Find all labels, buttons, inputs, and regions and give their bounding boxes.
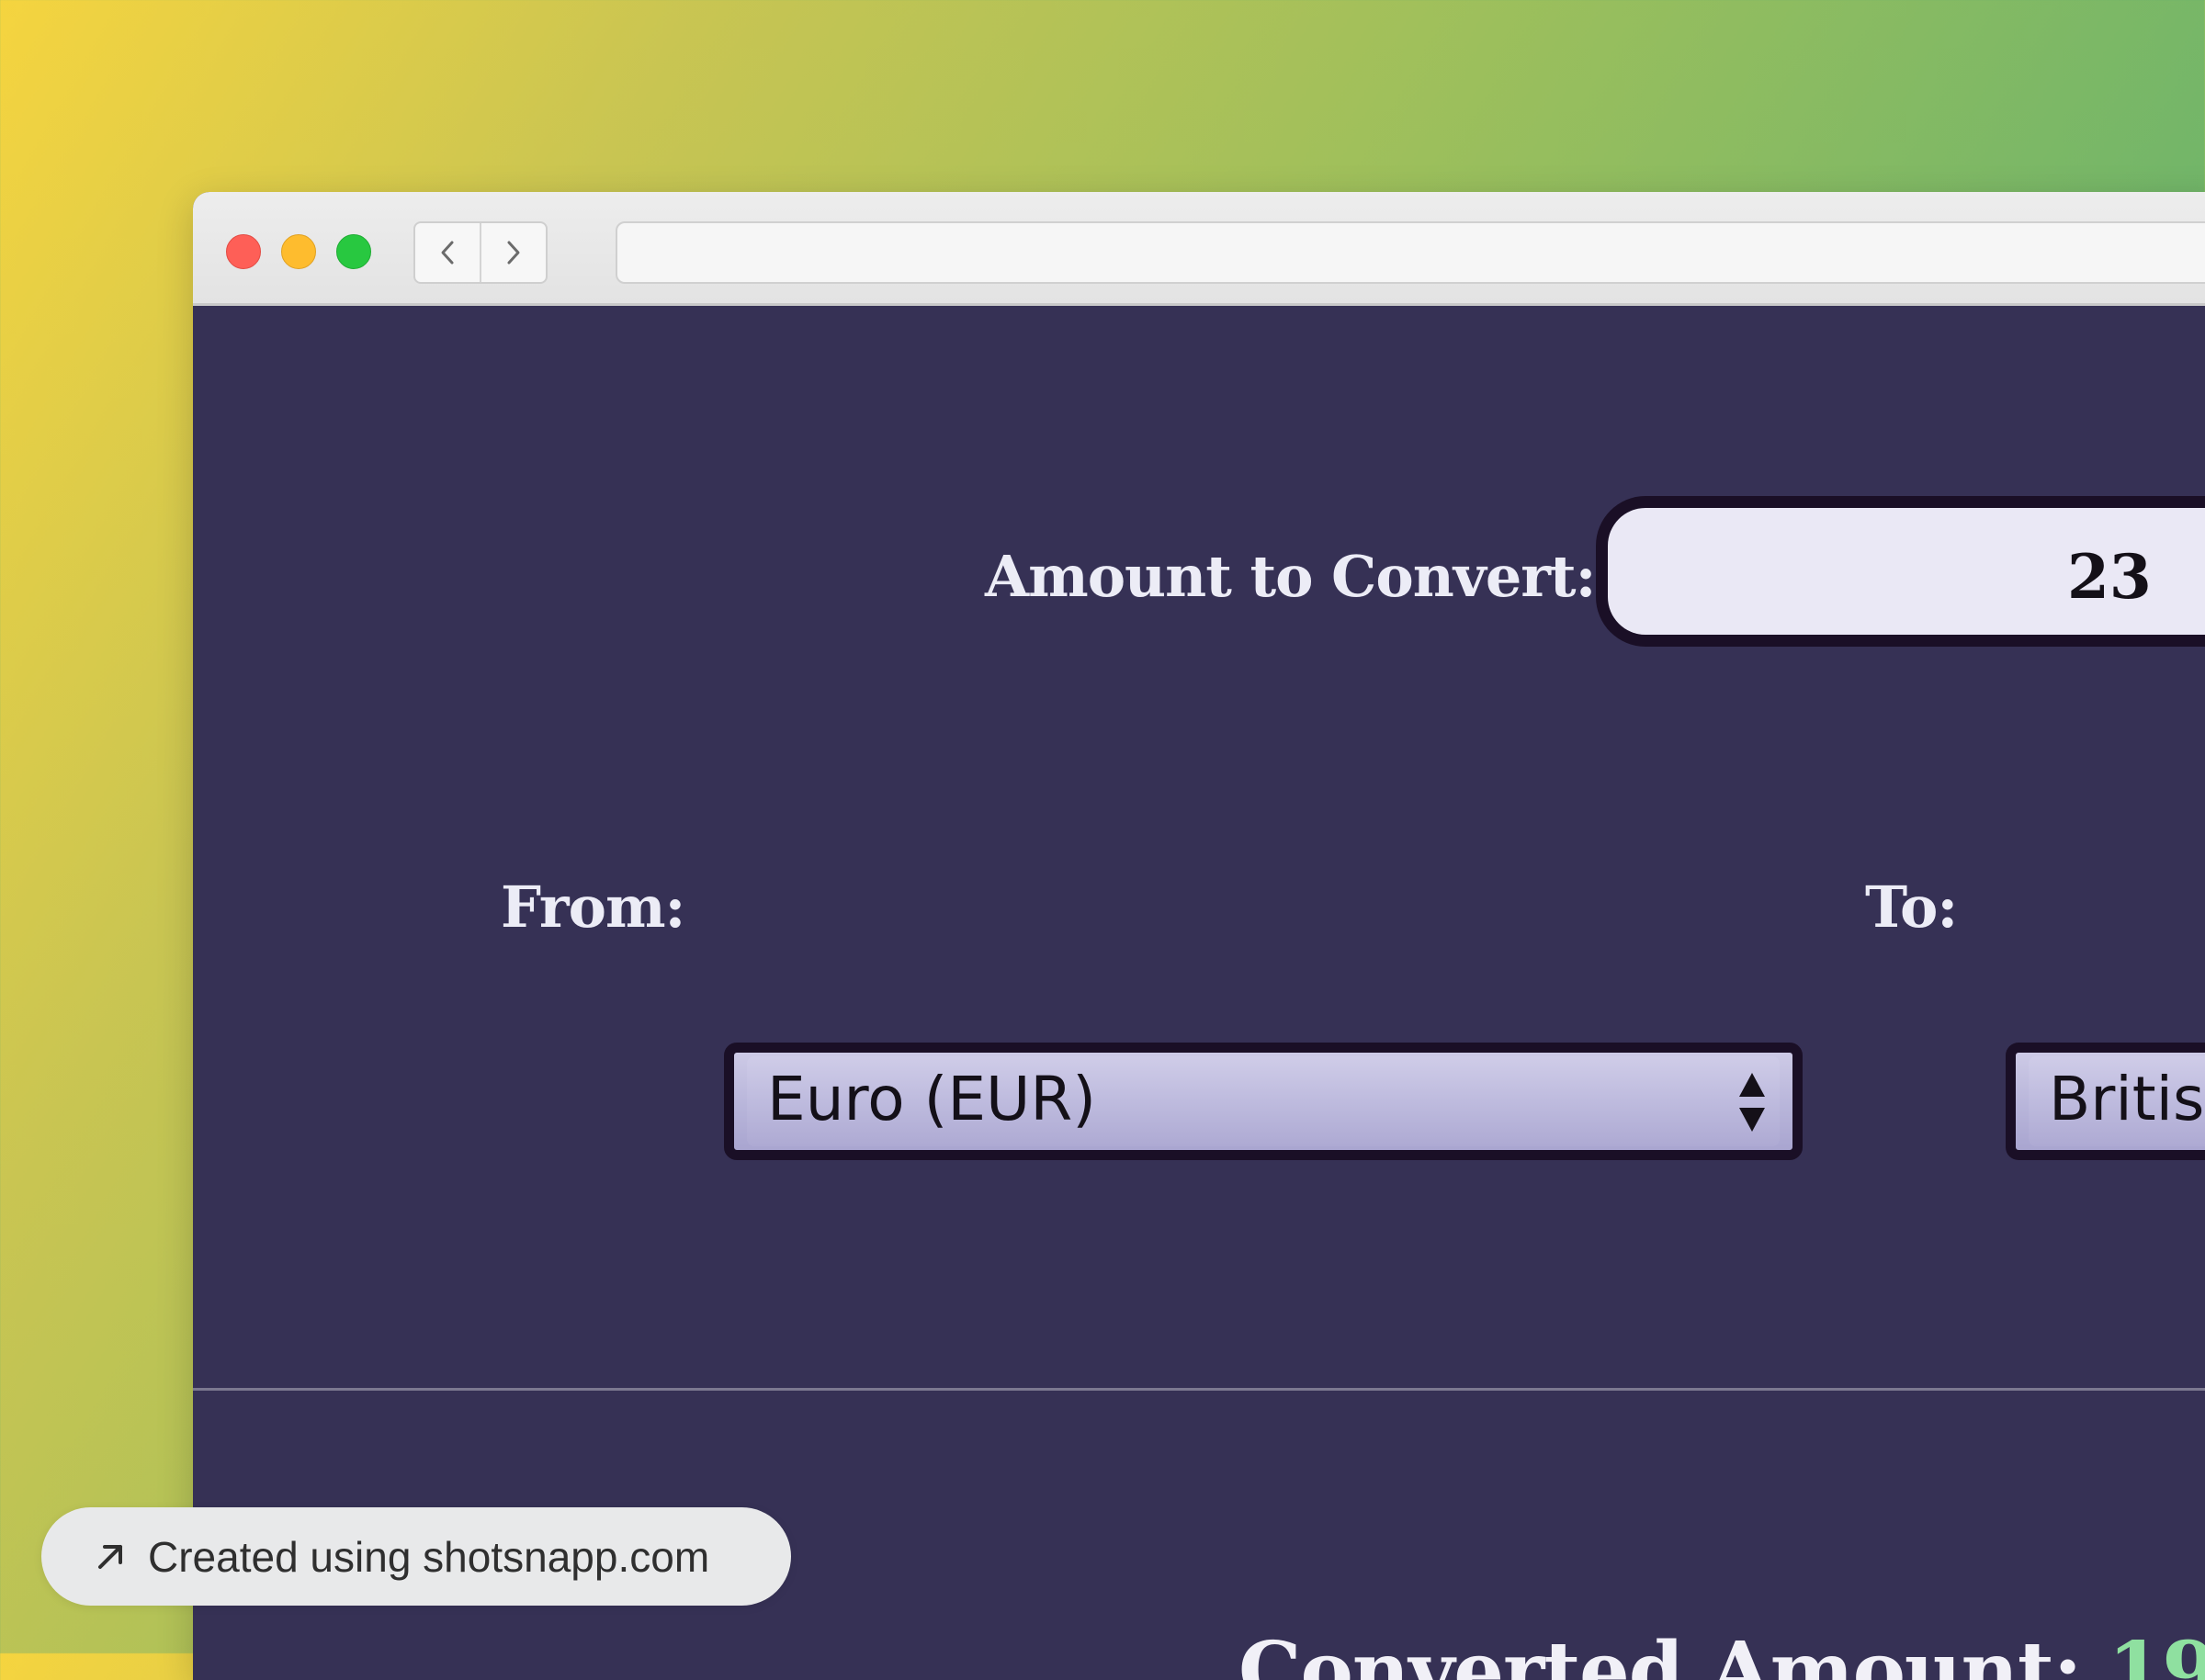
- badge-text: Created using shotsnapp.com: [148, 1532, 710, 1581]
- shotsnapp-badge[interactable]: Created using shotsnapp.com: [41, 1507, 791, 1606]
- converter-page: Amount to Convert: 23 From: To:: [193, 306, 2205, 1680]
- converted-amount: Converted Amount: 19.15: [1238, 1625, 2205, 1680]
- browser-window: Amount to Convert: 23 From: To: Euro (EU…: [193, 192, 2205, 1680]
- maximize-window-button[interactable]: [336, 234, 371, 269]
- from-currency-select[interactable]: Euro (EUR): [724, 1043, 1803, 1160]
- to-select-value: Britis: [2049, 1064, 2205, 1134]
- minimize-window-button[interactable]: [281, 234, 316, 269]
- back-button[interactable]: [415, 223, 480, 282]
- forward-button[interactable]: [480, 223, 546, 282]
- chevron-right-icon: [507, 241, 520, 265]
- address-bar[interactable]: [616, 221, 2205, 284]
- to-currency-select[interactable]: Britis: [2006, 1043, 2205, 1160]
- chevron-left-icon: [441, 241, 454, 265]
- converted-amount-label: Converted Amount:: [1238, 1625, 2082, 1680]
- arrow-up-right-icon: [98, 1544, 122, 1569]
- divider: [193, 1388, 2205, 1391]
- close-window-button[interactable]: [226, 234, 261, 269]
- amount-label: Amount to Convert:: [985, 543, 1596, 610]
- browser-toolbar: [193, 192, 2205, 306]
- select-arrows-icon: [1739, 1073, 1765, 1132]
- navigation-buttons: [413, 221, 548, 284]
- converted-amount-value: 19.15: [2108, 1625, 2205, 1680]
- amount-input[interactable]: 23: [1596, 496, 2205, 647]
- amount-value: 23: [2067, 541, 2152, 613]
- from-label: From:: [501, 874, 685, 941]
- from-select-value: Euro (EUR): [767, 1064, 1096, 1134]
- to-label: To:: [1865, 874, 1958, 941]
